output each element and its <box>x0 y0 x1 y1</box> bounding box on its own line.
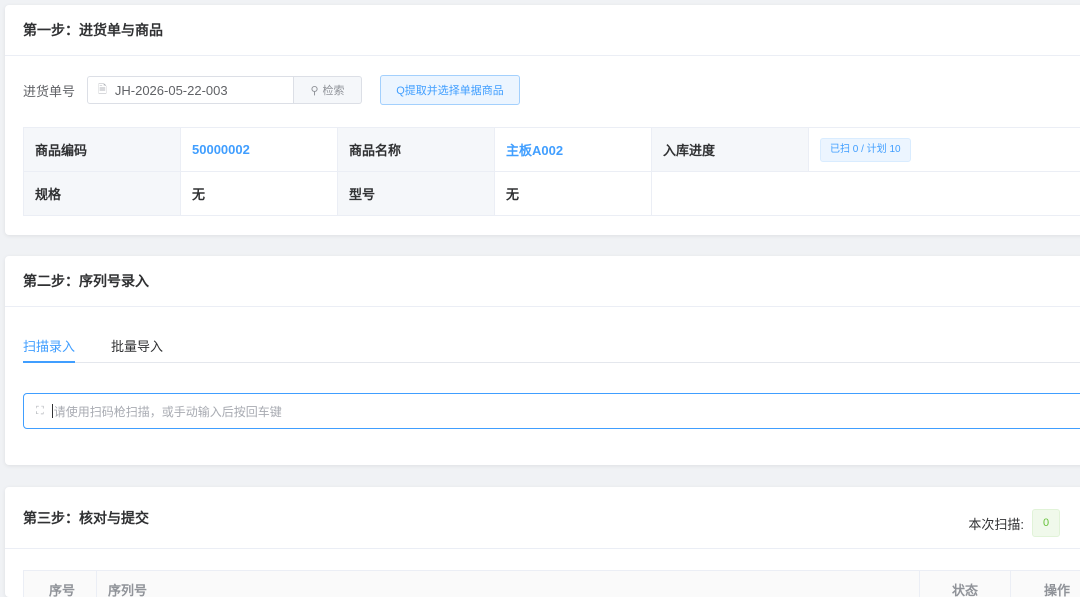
order-label: 进货单号 <box>23 81 75 100</box>
step1-title: 第一步：进货单与商品 <box>5 5 1080 56</box>
empty-cell <box>652 172 1080 216</box>
progress-label: 入库进度 <box>652 128 809 172</box>
product-name-value: 主板A002 <box>495 128 652 172</box>
search-button-label: 检索 <box>323 82 345 98</box>
product-info-table: 商品编码 50000002 商品名称 主板A002 入库进度 已扫 0 / 计划… <box>23 127 1080 216</box>
step3-card: 第三步：核对与提交 本次扫描: 0 序号 序列号 状态 操作 <box>5 487 1080 597</box>
order-number-input[interactable]: 🗎 JH-2026-05-22-003 <box>87 76 294 104</box>
spec-value: 无 <box>181 172 338 216</box>
scan-count-label: 本次扫描: <box>968 514 1024 533</box>
header-index: 序号 <box>49 580 75 597</box>
search-icon: ⚲ <box>310 84 318 97</box>
spec-label: 规格 <box>24 172 181 216</box>
text-caret <box>52 404 53 418</box>
tab-batch-import[interactable]: 批量导入 <box>111 336 163 355</box>
serial-scan-input[interactable]: ⛶ 请使用扫码枪扫描，或手动输入后按回车键 <box>23 393 1080 429</box>
model-value: 无 <box>495 172 652 216</box>
scan-icon: ⛶ <box>36 405 44 418</box>
tab-scan-entry[interactable]: 扫描录入 <box>23 336 75 355</box>
progress-cell: 已扫 0 / 计划 10 <box>809 128 1080 172</box>
search-button[interactable]: ⚲ 检索 <box>294 76 362 104</box>
header-status: 状态 <box>952 580 978 597</box>
column-divider <box>96 571 97 597</box>
fetch-products-button[interactable]: Q提取并选择单据商品 <box>380 75 520 105</box>
product-code-value: 50000002 <box>181 128 338 172</box>
step3-title: 第三步：核对与提交 <box>5 487 1080 549</box>
order-search-row: 进货单号 🗎 JH-2026-05-22-003 ⚲ 检索 Q提取并选择单据商品 <box>23 75 520 105</box>
step2-card: 第二步：序列号录入 扫描录入 批量导入 ⛶ 请使用扫码枪扫描，或手动输入后按回车… <box>5 256 1080 465</box>
scan-input-placeholder: 请使用扫码枪扫描，或手动输入后按回车键 <box>54 403 282 420</box>
scan-count-badge: 0 <box>1032 509 1060 537</box>
header-serial: 序列号 <box>108 580 147 597</box>
progress-tag: 已扫 0 / 计划 10 <box>820 138 911 162</box>
table-row: 商品编码 50000002 商品名称 主板A002 入库进度 已扫 0 / 计划… <box>24 128 1080 172</box>
column-divider <box>1010 571 1011 597</box>
product-name-label: 商品名称 <box>338 128 495 172</box>
entry-tabs: 扫描录入 批量导入 <box>23 326 1080 363</box>
table-row: 规格 无 型号 无 <box>24 172 1080 216</box>
step2-title: 第二步：序列号录入 <box>5 256 1080 307</box>
column-divider <box>919 571 920 597</box>
active-tab-indicator <box>23 361 75 363</box>
step1-card: 第一步：进货单与商品 进货单号 🗎 JH-2026-05-22-003 ⚲ 检索… <box>5 5 1080 235</box>
document-icon: 🗎 <box>98 81 107 100</box>
product-code-label: 商品编码 <box>24 128 181 172</box>
serial-table-header: 序号 序列号 状态 操作 <box>23 570 1080 597</box>
header-actions: 操作 <box>1044 580 1070 597</box>
model-label: 型号 <box>338 172 495 216</box>
order-number-value: JH-2026-05-22-003 <box>115 83 228 98</box>
scan-count: 本次扫描: 0 <box>968 509 1060 537</box>
